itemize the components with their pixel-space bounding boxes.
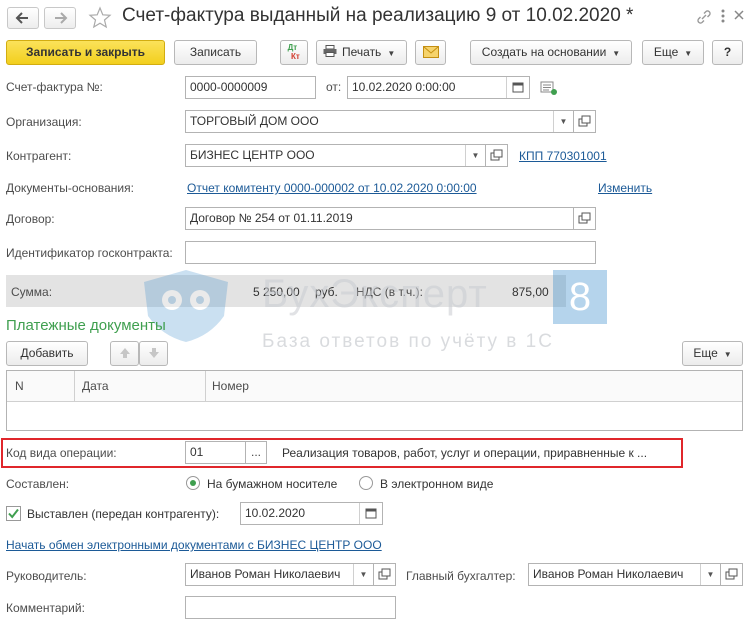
kpp-link[interactable]: КПП 770301001	[519, 149, 607, 163]
issued-label: Выставлен (передан контрагенту):	[27, 507, 220, 521]
contract-field[interactable]: Договор № 254 от 01.11.2019	[185, 207, 574, 230]
sum-label: Сумма:	[11, 285, 53, 299]
gov-contract-label: Идентификатор госконтракта:	[6, 246, 173, 260]
watermark-badge: 8	[553, 270, 607, 324]
help-button[interactable]: ?	[712, 40, 743, 65]
create-based-on-button[interactable]: Создать на основании ▼	[470, 40, 632, 65]
send-email-button[interactable]	[415, 40, 446, 65]
change-base-documents-link[interactable]: Изменить	[598, 181, 652, 195]
head-label: Руководитель:	[6, 569, 87, 583]
payments-more-button[interactable]: Еще ▼	[682, 341, 743, 366]
envelope-icon	[422, 46, 439, 58]
forward-button[interactable]	[44, 7, 76, 29]
comment-field[interactable]	[185, 596, 396, 619]
chevron-down-icon[interactable]: ▼	[700, 564, 720, 585]
printer-icon	[323, 45, 337, 57]
open-window-icon	[490, 149, 503, 161]
move-down-button[interactable]	[139, 341, 168, 366]
date-from-label: от:	[326, 80, 342, 94]
contractor-label: Контрагент:	[6, 149, 72, 163]
column-header-number[interactable]: Номер	[212, 379, 249, 393]
chevron-down-icon: ▼	[684, 49, 693, 58]
chevron-down-icon[interactable]: ▼	[465, 145, 485, 166]
chevron-down-icon: ▼	[387, 49, 396, 58]
calendar-icon[interactable]	[359, 503, 382, 524]
head-field[interactable]: Иванов Роман Николаевич ▼	[185, 563, 374, 586]
add-payment-button[interactable]: Добавить	[6, 341, 88, 366]
save-and-close-button[interactable]: Записать и закрыть	[6, 40, 165, 65]
payments-table[interactable]: N Дата Номер	[6, 370, 743, 431]
save-button[interactable]: Записать	[174, 40, 257, 65]
organization-label: Организация:	[6, 115, 82, 129]
invoice-number-label: Счет-фактура №:	[6, 80, 103, 94]
radio-electronic-label[interactable]: В электронном виде	[380, 477, 493, 491]
print-button[interactable]: Печать ▼	[316, 40, 407, 65]
contract-label: Договор:	[6, 212, 55, 226]
dt-kt-button[interactable]: Дт Кт	[280, 40, 308, 65]
issued-checkbox[interactable]	[6, 506, 21, 521]
open-window-icon	[725, 568, 738, 580]
radio-paper-label[interactable]: На бумажном носителе	[207, 477, 337, 491]
base-document-link[interactable]: Отчет комитенту 0000-000002 от 10.02.202…	[187, 181, 477, 195]
column-divider	[205, 371, 206, 402]
window-menu-icon[interactable]	[718, 7, 728, 25]
payments-title: Платежные документы	[6, 317, 166, 334]
window-title: Счет-фактура выданный на реализацию 9 от…	[122, 5, 634, 26]
open-contractor-button[interactable]	[486, 144, 508, 167]
more-menu-button[interactable]: Еще ▼	[642, 40, 704, 65]
column-divider	[74, 371, 75, 402]
radio-paper[interactable]	[186, 476, 200, 490]
arrow-left-icon	[15, 12, 28, 24]
contractor-field[interactable]: БИЗНЕС ЦЕНТР ООО ▼	[185, 144, 486, 167]
watermark-tagline: База ответов по учёту в 1С	[262, 331, 554, 352]
composed-label: Составлен:	[6, 477, 70, 491]
radio-dot	[190, 480, 196, 486]
open-accountant-button[interactable]	[721, 563, 743, 586]
back-button[interactable]	[7, 7, 39, 29]
organization-field[interactable]: ТОРГОВЫЙ ДОМ ООО ▼	[185, 110, 574, 133]
calendar-icon[interactable]	[506, 77, 529, 98]
link-icon[interactable]	[695, 8, 713, 26]
chevron-down-icon: ▼	[612, 49, 621, 58]
open-contract-button[interactable]	[574, 207, 596, 230]
arrow-right-icon	[55, 12, 68, 24]
operation-code-label: Код вида операции:	[6, 446, 117, 460]
base-documents-label: Документы-основания:	[6, 181, 134, 195]
table-header: N Дата Номер	[7, 371, 742, 402]
chevron-down-icon: ▼	[723, 350, 732, 359]
open-window-icon	[378, 568, 391, 580]
gov-contract-field[interactable]	[185, 241, 596, 264]
radio-electronic[interactable]	[359, 476, 373, 490]
dt-kt-icon: Дт Кт	[287, 43, 300, 61]
vat-amount: 875,00	[512, 285, 549, 299]
operation-code-field[interactable]: 01	[185, 441, 246, 464]
operation-code-select-button[interactable]: ...	[245, 441, 267, 464]
chevron-down-icon[interactable]: ▼	[353, 564, 373, 585]
close-icon[interactable]	[732, 8, 746, 22]
chief-accountant-label: Главный бухгалтер:	[406, 569, 516, 583]
chief-accountant-field[interactable]: Иванов Роман Николаевич ▼	[528, 563, 721, 586]
start-edo-link[interactable]: Начать обмен электронными документами с …	[6, 538, 382, 552]
chevron-down-icon[interactable]: ▼	[553, 111, 573, 132]
invoice-date-field[interactable]: 10.02.2020 0:00:00	[347, 76, 530, 99]
favorite-star-icon[interactable]	[88, 6, 112, 30]
arrow-down-icon	[148, 348, 159, 358]
structure-icon[interactable]	[540, 80, 558, 96]
column-header-n[interactable]: N	[15, 379, 24, 393]
open-window-icon	[578, 212, 591, 224]
watermark-brand: БухЭксперт	[262, 272, 488, 316]
column-header-date[interactable]: Дата	[82, 379, 109, 393]
move-up-button[interactable]	[110, 341, 139, 366]
arrow-up-icon	[119, 348, 130, 358]
invoice-number-field[interactable]: 0000-0000009	[185, 76, 316, 99]
operation-description: Реализация товаров, работ, услуг и опера…	[282, 446, 648, 460]
checkmark-icon	[8, 508, 19, 519]
open-head-button[interactable]	[374, 563, 396, 586]
open-window-icon	[578, 115, 591, 127]
issued-date-field[interactable]: 10.02.2020	[240, 502, 383, 525]
open-organization-button[interactable]	[574, 110, 596, 133]
comment-label: Комментарий:	[6, 601, 85, 615]
